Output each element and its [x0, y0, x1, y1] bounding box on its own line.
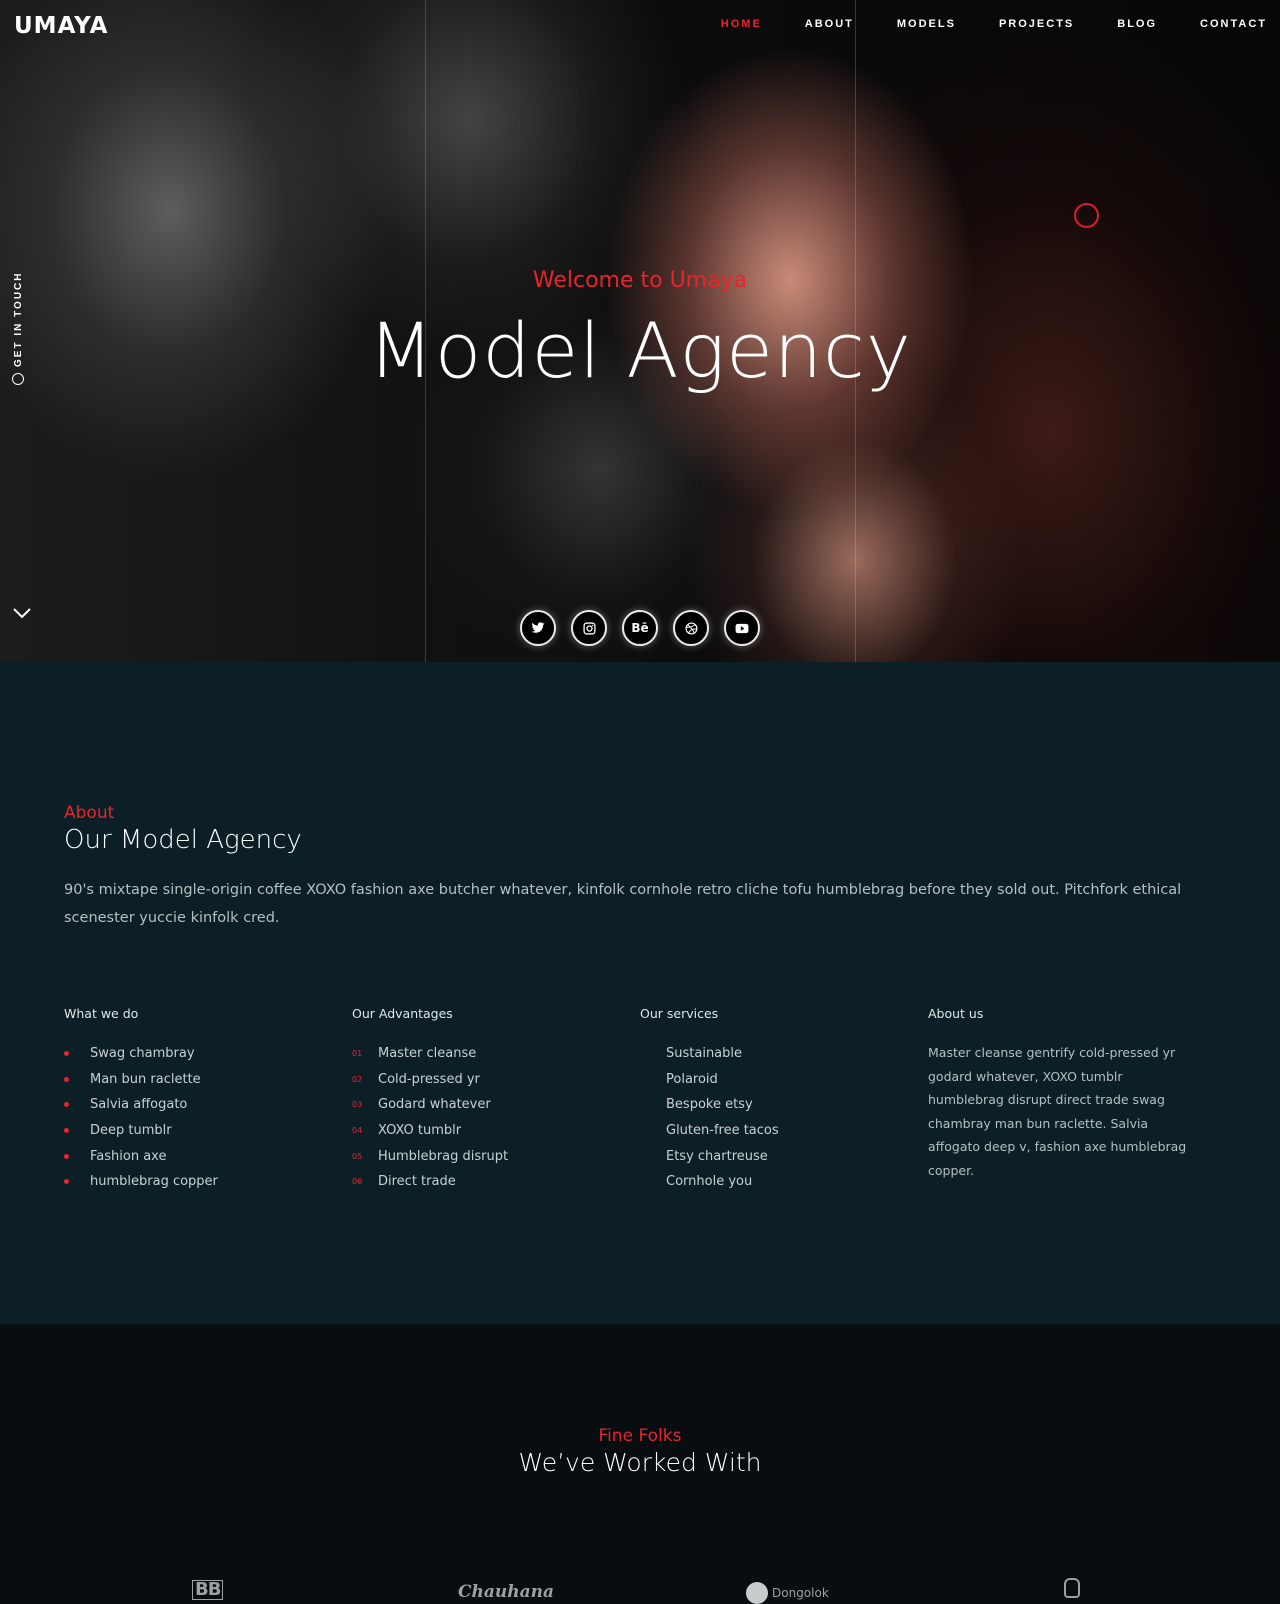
list-item-label: Sustainable — [666, 1046, 743, 1062]
bullet-icon — [64, 1179, 69, 1185]
client-logos: BB Chauhana Dongolok — [0, 1576, 1280, 1604]
brand-logo[interactable]: UMAYA — [14, 13, 108, 39]
list-item: Fashion axe — [64, 1143, 352, 1169]
bullet-icon — [64, 1102, 69, 1108]
clients-kicker: Fine Folks — [598, 1426, 682, 1446]
list-item-label: Gluten-free tacos — [666, 1123, 779, 1139]
list-number: 01 — [352, 1049, 363, 1059]
list-item-label: Master cleanse — [378, 1046, 477, 1062]
behance-icon[interactable]: Bē — [622, 610, 658, 646]
list-number: 06 — [352, 1177, 363, 1187]
list-number: 03 — [352, 1100, 363, 1110]
list-item-label: Cold-pressed yr — [378, 1071, 480, 1087]
hero-subtitle: Welcome to Umaya — [532, 268, 748, 293]
client-logo: Dongolok — [746, 1582, 829, 1604]
nav-item-home[interactable]: HOME — [721, 18, 762, 30]
list-item-label: Salvia affogato — [90, 1097, 188, 1113]
what-we-do-column: What we do Swag chambray Man bun raclett… — [64, 1006, 352, 1195]
hero-section: UMAYA HOME ABOUT MODELS PROJECTS BLOG CO… — [0, 0, 1280, 662]
list-item-label: Deep tumblr — [90, 1123, 172, 1139]
about-us-text: Master cleanse gentrify cold-pressed yr … — [928, 1045, 1187, 1178]
bullet-icon — [64, 1153, 69, 1159]
clients-title: We’ve Worked With — [518, 1448, 762, 1477]
list-item: Swag chambray — [64, 1041, 352, 1067]
list-item-label: Direct trade — [378, 1174, 456, 1190]
dongolok-logo-icon — [746, 1582, 768, 1604]
twitter-icon[interactable] — [520, 610, 556, 646]
client-logo-label: Dongolok — [772, 1586, 829, 1600]
column-heading: Our Advantages — [352, 1006, 453, 1021]
list-item: Deep tumblr — [64, 1118, 352, 1144]
cursor-ring-icon — [1074, 203, 1099, 228]
column-heading: About us — [928, 1006, 984, 1021]
column-heading: What we do — [64, 1006, 139, 1021]
list-item-label: Etsy chartreuse — [666, 1148, 768, 1164]
services-column: Our services Sustainable Polaroid Bespok… — [640, 1006, 928, 1195]
list-item-label: Fashion axe — [90, 1148, 167, 1164]
nav-item-contact[interactable]: CONTACT — [1200, 18, 1267, 30]
nav-item-blog[interactable]: BLOG — [1117, 18, 1157, 30]
list-item: 05 Humblebrag disrupt — [352, 1143, 640, 1169]
list-item-label: Polaroid — [666, 1071, 718, 1087]
about-section: About Our Model Agency 90's mixtape sing… — [0, 662, 1280, 1324]
bullet-icon — [64, 1051, 69, 1057]
list-item: Salvia affogato — [64, 1092, 352, 1118]
list-number: 02 — [352, 1074, 363, 1084]
about-kicker: About — [64, 803, 115, 823]
list-item: Polaroid — [640, 1067, 928, 1093]
about-title: Our Model Agency — [64, 825, 302, 855]
list-item: Bespoke etsy — [640, 1092, 928, 1118]
nav-item-projects[interactable]: PROJECTS — [999, 18, 1074, 30]
list-item: humblebrag copper — [64, 1169, 352, 1195]
hero-title: Model Agency — [368, 306, 912, 395]
instagram-icon[interactable] — [571, 610, 607, 646]
clients-section: Fine Folks We’ve Worked With BB Chauhana… — [0, 1324, 1280, 1604]
list-item-label: Cornhole you — [666, 1174, 753, 1190]
list-item: 03 Godard whatever — [352, 1092, 640, 1118]
social-links: Bē — [520, 610, 760, 646]
list-item-label: Bespoke etsy — [666, 1097, 753, 1113]
client-logo-icon — [1064, 1578, 1080, 1598]
list-item-label: Man bun raclette — [90, 1071, 201, 1087]
main-nav: HOME ABOUT MODELS PROJECTS BLOG CONTACT — [678, 18, 1267, 30]
bullet-icon — [64, 1076, 69, 1082]
list-item-label: Humblebrag disrupt — [378, 1148, 509, 1164]
chevron-down-icon[interactable] — [13, 607, 31, 619]
list-item-label: Godard whatever — [378, 1097, 491, 1113]
client-logo: BB — [192, 1580, 224, 1600]
advantages-column: Our Advantages 01 Master cleanse 02 Cold-p… — [352, 1006, 640, 1195]
nav-item-models[interactable]: MODELS — [897, 18, 956, 30]
about-us-column: About us Master cleanse gentrify cold-pr… — [928, 1006, 1216, 1195]
list-item: Sustainable — [640, 1041, 928, 1067]
list-item: 01 Master cleanse — [352, 1041, 640, 1067]
list-item-label: XOXO tumblr — [378, 1123, 462, 1139]
bullet-icon — [64, 1128, 69, 1134]
list-item: 04 XOXO tumblr — [352, 1118, 640, 1144]
list-item: Man bun raclette — [64, 1067, 352, 1093]
about-columns: What we do Swag chambray Man bun raclett… — [64, 1006, 1224, 1195]
dribbble-icon[interactable] — [673, 610, 709, 646]
list-item-label: humblebrag copper — [90, 1174, 218, 1190]
youtube-icon[interactable] — [724, 610, 760, 646]
nav-item-about[interactable]: ABOUT — [805, 18, 854, 30]
column-heading: Our services — [640, 1006, 719, 1021]
list-item: Cornhole you — [640, 1169, 928, 1195]
list-item-label: Swag chambray — [90, 1046, 195, 1062]
about-intro: 90's mixtape single-origin coffee XOXO f… — [64, 882, 1182, 926]
list-number: 04 — [352, 1126, 363, 1136]
client-logo: Chauhana — [458, 1582, 555, 1602]
list-number: 05 — [352, 1151, 363, 1161]
list-item: Etsy chartreuse — [640, 1143, 928, 1169]
list-item: 06 Direct trade — [352, 1169, 640, 1195]
list-item: Gluten-free tacos — [640, 1118, 928, 1144]
list-item: 02 Cold-pressed yr — [352, 1067, 640, 1093]
